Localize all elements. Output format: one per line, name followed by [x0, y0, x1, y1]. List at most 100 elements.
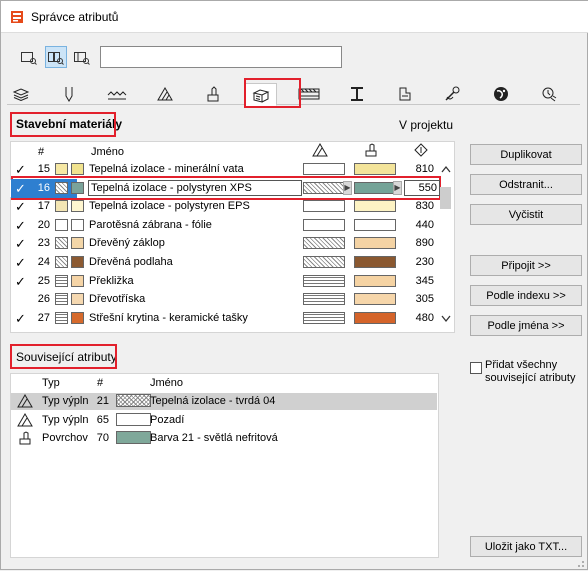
material-row[interactable]: ✓ 23 Dřevěný záklop 890 [10, 235, 437, 253]
pen-icon [65, 87, 73, 102]
scroll-down-icon[interactable] [441, 315, 451, 323]
cut-fill-swatch[interactable] [303, 163, 345, 175]
tab-mep[interactable] [437, 83, 469, 105]
in-project-check[interactable]: ✓ [15, 181, 26, 197]
material-row[interactable]: ✓ 20 Parotěsná zábrana - fólie 440 [10, 217, 437, 235]
surface-color-swatch[interactable] [354, 256, 396, 268]
tab-pens[interactable] [53, 83, 85, 105]
material-value: 830 [415, 200, 434, 213]
related-row[interactable]: Typ výpln 65 Pozadí [11, 412, 437, 429]
fill-icon [157, 87, 173, 101]
related-type: Typ výpln [42, 395, 89, 407]
tab-composites[interactable] [293, 83, 325, 105]
material-surface-swatch [71, 293, 84, 306]
cut-fill-swatch[interactable] [303, 218, 345, 231]
by-name-button[interactable]: Podle jména >> [470, 315, 582, 336]
material-index: 27 [37, 311, 50, 324]
in-project-check[interactable]: ✓ [15, 162, 26, 178]
cut-fill-swatch[interactable] [303, 256, 345, 268]
material-value[interactable]: 550 [404, 179, 440, 196]
material-surface-swatch [71, 200, 84, 213]
fill-picker-arrow-icon[interactable]: ▶ [343, 180, 352, 195]
materials-scrollbar[interactable] [438, 143, 453, 333]
related-row[interactable]: Typ výpln 21 Tepelná izolace - tvrdá 04 [11, 393, 437, 410]
related-col-type: Typ [42, 377, 60, 389]
duplicate-button[interactable]: Duplikovat [470, 144, 582, 165]
surface-color-swatch[interactable] [354, 237, 396, 250]
add-all-checkbox[interactable] [470, 362, 482, 374]
mep-icon [445, 86, 460, 101]
tab-operation-profiles[interactable] [533, 83, 565, 105]
material-surface-swatch [71, 274, 84, 287]
related-swatch [116, 394, 151, 407]
cut-fill-swatch[interactable] [303, 274, 345, 287]
tab-line-types[interactable] [101, 83, 133, 105]
material-row[interactable]: ✓ 27 Střešní krytina - keramické tašky 480 [10, 310, 437, 328]
surface-color-swatch[interactable] [354, 218, 396, 231]
clear-button[interactable]: Vyčistit [470, 204, 582, 225]
pair-view-button[interactable] [45, 46, 67, 68]
surface-color-swatch[interactable] [354, 293, 396, 306]
cut-fill-swatch[interactable] [303, 293, 345, 306]
in-project-check[interactable]: ✓ [15, 199, 26, 215]
in-project-check[interactable]: ✓ [15, 274, 26, 290]
in-project-check[interactable]: ✓ [15, 218, 26, 234]
in-project-check[interactable]: ✓ [15, 311, 26, 327]
list-view-button[interactable] [18, 46, 40, 68]
cut-fill-swatch[interactable] [303, 311, 345, 324]
tab-fills[interactable] [149, 83, 181, 105]
material-name[interactable]: Tepelná izolace - polystyren XPS [88, 179, 302, 196]
material-name: Dřevěný záklop [89, 237, 165, 250]
material-row[interactable]: 26 Dřevotříska 305 [10, 291, 437, 309]
surface-color-swatch[interactable] [354, 200, 396, 213]
tab-markup[interactable] [485, 83, 517, 105]
surface-color-swatch[interactable] [354, 311, 396, 324]
surface-color-swatch[interactable] [354, 274, 396, 287]
attach-button[interactable]: Připojit >> [470, 255, 582, 276]
tab-layers[interactable] [5, 83, 37, 105]
material-index: 15 [37, 163, 50, 175]
material-value: 480 [415, 311, 434, 324]
surface-color-swatch[interactable] [354, 163, 396, 175]
surface-type-icon [19, 431, 31, 445]
material-row[interactable]: ✓ 17 Tepelná izolace - polystyren EPS 830 [10, 198, 437, 216]
tab-building-materials[interactable] [245, 83, 277, 106]
in-project-check[interactable]: ✓ [15, 255, 26, 271]
save-as-txt-button[interactable]: Uložit jako TXT... [470, 536, 582, 557]
resize-grip[interactable] [573, 556, 585, 568]
surface-color-swatch[interactable] [354, 181, 396, 194]
search-input[interactable] [100, 46, 342, 68]
material-row[interactable]: ✓ 25 Překližka 345 [10, 273, 437, 291]
remove-button[interactable]: Odstranit... [470, 174, 582, 195]
tab-surfaces[interactable] [197, 83, 229, 105]
app-icon [11, 11, 23, 23]
related-swatch [116, 431, 151, 444]
material-row[interactable]: ✓ 15 Tepelná izolace - minerální vata 810 [10, 161, 437, 179]
by-index-button[interactable]: Podle indexu >> [470, 285, 582, 306]
single-view-button[interactable] [71, 46, 93, 68]
material-row[interactable]: ✓ 16 Tepelná izolace - polystyren XPS ▶ ▶ 550 [10, 178, 440, 198]
related-col-name: Jméno [150, 377, 184, 389]
in-project-check[interactable]: ✓ [15, 236, 26, 252]
index-column-icon [414, 143, 428, 157]
cut-fill-swatch[interactable] [303, 237, 345, 250]
material-index: 25 [37, 274, 50, 287]
related-row[interactable]: Povrchov 70 Barva 21 - světlá nefritová [11, 430, 437, 447]
tab-zone-categories[interactable] [389, 83, 421, 105]
surface-picker-arrow-icon[interactable]: ▶ [393, 180, 402, 195]
material-name: Tepelná izolace - polystyren EPS [89, 200, 250, 213]
material-name: Tepelná izolace - minerální vata [89, 163, 244, 175]
fill-type-icon [17, 394, 33, 408]
material-value: 345 [415, 274, 434, 287]
cut-fill-swatch[interactable] [303, 181, 345, 194]
related-index: 21 [96, 395, 109, 407]
material-fill-swatch [55, 181, 68, 194]
scroll-up-icon[interactable] [441, 165, 451, 173]
scroll-thumb[interactable] [440, 187, 451, 209]
cut-fill-swatch[interactable] [303, 200, 345, 213]
material-surface-swatch [71, 256, 84, 268]
related-index: 70 [96, 432, 109, 444]
fill-type-icon [17, 412, 33, 426]
tab-profiles[interactable] [341, 83, 373, 105]
material-row[interactable]: ✓ 24 Dřevěná podlaha 230 [10, 254, 437, 272]
